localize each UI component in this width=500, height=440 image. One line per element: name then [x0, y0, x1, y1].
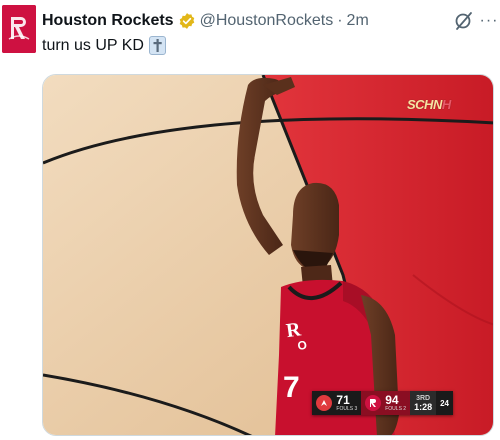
tweet-text-content: turn us UP KD: [42, 36, 144, 54]
tweet-media-video[interactable]: R O 7 SCHNH 71 FOULS 3 94 FOULS 2 3RD 1:…: [42, 74, 494, 436]
avatar[interactable]: [2, 5, 36, 53]
separator: ·: [337, 12, 343, 29]
hawks-logo-icon: [316, 395, 333, 411]
handle[interactable]: @HoustonRockets: [200, 12, 334, 30]
game-clock: 3RD 1:28: [410, 391, 437, 415]
video-frame: R O 7: [43, 75, 493, 435]
away-fouls: FOULS 3: [336, 406, 358, 412]
scoreboard: 71 FOULS 3 94 FOULS 2 3RD 1:28 24: [312, 391, 453, 415]
display-name[interactable]: Houston Rockets: [42, 12, 174, 30]
home-team: 94 FOULS 2: [361, 391, 411, 415]
verified-badge-icon[interactable]: [178, 12, 196, 30]
watermark-main: SCHN: [407, 97, 442, 112]
away-team: 71 FOULS 3: [312, 391, 362, 415]
more-options-icon[interactable]: ···: [480, 9, 498, 33]
tweet-header: Houston Rockets @HoustonRockets · 2m: [42, 10, 369, 32]
home-score: 94: [385, 393, 399, 407]
jersey-number: 7: [283, 371, 300, 404]
broadcast-watermark: SCHNH: [407, 97, 451, 112]
away-score: 71: [336, 393, 350, 407]
timestamp[interactable]: 2m: [347, 12, 369, 30]
home-fouls: FOULS 2: [385, 406, 407, 412]
latin-cross-emoji-icon: [148, 36, 166, 55]
shot-clock: 24: [436, 391, 453, 415]
tweet-text: turn us UP KD: [42, 36, 166, 55]
houston-rockets-logo-icon: [2, 5, 36, 53]
watermark-accent: H: [441, 97, 451, 112]
rockets-logo-icon: [365, 395, 382, 411]
grok-icon[interactable]: [452, 9, 476, 33]
period: 3RD: [416, 394, 431, 402]
clock: 1:28: [414, 401, 433, 412]
svg-text:O: O: [297, 338, 308, 353]
